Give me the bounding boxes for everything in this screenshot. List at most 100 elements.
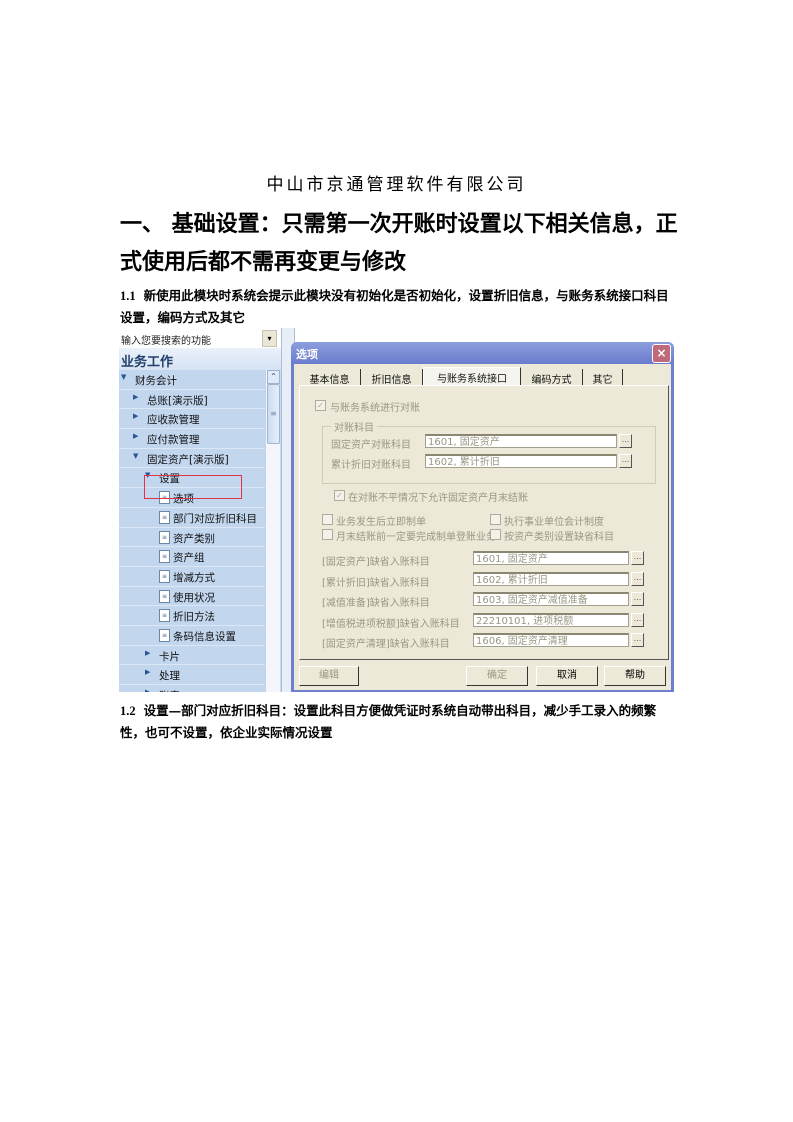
close-icon[interactable]: × [652, 344, 671, 363]
reconcile-accounts-group: 对账科目 固定资产对账科目 1601, 固定资产 ... 累计折旧对账科目 16… [322, 419, 656, 484]
tree-item-label: 总账[演示版] [147, 394, 208, 407]
document-icon: ≡ [159, 550, 170, 564]
help-button[interactable]: 帮助 [604, 666, 666, 686]
tree-item[interactable]: ▶ 应收款管理 [119, 409, 265, 430]
tree-item-label: 应付款管理 [147, 434, 200, 447]
tree-item-label: 应收款管理 [147, 414, 200, 427]
default-account-field[interactable]: 1602, 累计折旧 [473, 571, 629, 586]
opt1-label: 业务发生后立即制单 [336, 517, 426, 528]
default-account-field[interactable]: 1603, 固定资产减值准备 [473, 592, 629, 606]
group-label: 对账科目 [331, 419, 377, 434]
company-title: 中山市京通管理软件有限公司 [266, 175, 527, 195]
tree-item[interactable]: ≡ 资产类别 [119, 527, 265, 548]
dropdown-icon[interactable]: ▾ [262, 330, 277, 347]
tree-item[interactable]: ▶ 账表 [119, 685, 265, 692]
expand-arrow-icon[interactable]: ▼ [121, 373, 126, 381]
default-account-field[interactable]: 22210101, 进项税额 [473, 612, 629, 627]
opt2-checkbox[interactable] [490, 514, 501, 525]
dialog-title: 选项 [296, 348, 318, 361]
tree-item-label: 资产组 [173, 552, 205, 565]
dep-account-field[interactable]: 1602, 累计折旧 [425, 454, 617, 468]
collapse-arrow-icon[interactable]: ▶ [145, 668, 150, 676]
tree-item[interactable]: ▼ 固定资产[演示版] [119, 448, 265, 469]
default-account-browse-button[interactable]: ... [631, 551, 644, 565]
tab-accounting-interface[interactable]: 与账务系统接口 [423, 367, 521, 386]
embedded-screenshot: 输入您要搜索的功能 ▾ 业务工作 ▼ 财务会计 ▶ 总账[演示版] ▶ 应收款管理 ▶ 应付款… [119, 328, 674, 692]
function-search-input[interactable]: 输入您要搜索的功能 ▾ [119, 328, 281, 349]
tree-item-label: 部门对应折旧科目 [173, 512, 257, 525]
section-number: 1.2 [120, 704, 136, 718]
tree-item[interactable]: ▶ 应付款管理 [119, 429, 265, 449]
default-account-browse-button[interactable]: ... [631, 633, 644, 647]
dialog-body: 基本信息 折旧信息 与账务系统接口 编码方式 其它 ✓ 与账务系统进行对账 对账… [294, 364, 671, 690]
paragraph-text: 新使用此模块时系统会提示此模块没有初始化是否初始化，设置折旧信息，与账务系统接口… [120, 288, 669, 325]
tree-item[interactable]: ▶ 总账[演示版] [119, 389, 265, 410]
tree-item[interactable]: ≡ 条码信息设置 [119, 625, 265, 646]
document-icon: ≡ [159, 589, 170, 603]
tree-item[interactable]: ▶ 卡片 [119, 645, 265, 666]
default-account-label: [固定资产]缺省入账科目 [322, 557, 430, 568]
tree-item[interactable]: ≡ 使用状况 [119, 586, 265, 607]
document-icon: ≡ [159, 530, 170, 544]
tree-item[interactable]: ▼ 财务会计 [119, 370, 265, 390]
tree-item-label: 条码信息设置 [173, 630, 236, 643]
search-placeholder: 输入您要搜索的功能 [121, 336, 211, 347]
tree-item-label: 处理 [159, 670, 180, 683]
tree-item[interactable]: ▶ 处理 [119, 665, 265, 685]
tree-item[interactable]: ≡ 增减方式 [119, 566, 265, 587]
default-account-field[interactable]: 1606, 固定资产清理 [473, 633, 629, 647]
collapse-arrow-icon[interactable]: ▶ [145, 649, 150, 657]
scroll-up-icon[interactable]: ⌃ [267, 370, 280, 384]
tree-item-label: 财务会计 [135, 375, 177, 387]
paragraph-text: 设置—部门对应折旧科目：设置此科目方便做凭证时系统自动带出科目，减少手工录入的频… [120, 703, 657, 740]
edit-button[interactable]: 编辑 [299, 666, 359, 686]
allow-close-label: 在对账不平情况下允许固定资产月末结账 [348, 493, 528, 504]
collapse-arrow-icon[interactable]: ▶ [145, 688, 150, 692]
default-account-browse-button[interactable]: ... [631, 592, 644, 606]
opt4-checkbox[interactable] [490, 529, 501, 540]
dep-account-browse-button[interactable]: ... [619, 454, 632, 468]
tab-basic-info[interactable]: 基本信息 [299, 369, 361, 386]
collapse-arrow-icon[interactable]: ▶ [133, 412, 138, 420]
tree-item-label: 折旧方法 [173, 611, 215, 624]
tab-other[interactable]: 其它 [583, 369, 623, 386]
reconcile-checkbox[interactable]: ✓ [315, 400, 326, 411]
tree-item[interactable]: ≡ 部门对应折旧科目 [119, 507, 265, 528]
expand-arrow-icon[interactable]: ▼ [133, 452, 138, 460]
tree-item[interactable]: ≡ 资产组 [119, 547, 265, 567]
default-account-label: [固定资产清理]缺省入账科目 [322, 639, 450, 650]
document-icon: ≡ [159, 628, 170, 642]
tree-item-label: 资产类别 [173, 532, 215, 545]
default-account-browse-button[interactable]: ... [631, 571, 644, 586]
collapse-arrow-icon[interactable]: ▶ [133, 432, 138, 440]
tree-item[interactable]: ≡ 折旧方法 [119, 606, 265, 626]
fa-account-field[interactable]: 1601, 固定资产 [425, 434, 617, 448]
sidebar: 输入您要搜索的功能 ▾ 业务工作 ▼ 财务会计 ▶ 总账[演示版] ▶ 应收款管理 ▶ 应付款… [119, 328, 281, 692]
cancel-button[interactable]: 取消 [536, 666, 598, 686]
section-heading-line1: 一、 基础设置：只需第一次开账时设置以下相关信息，正 [120, 212, 678, 237]
collapse-arrow-icon[interactable]: ▶ [133, 393, 138, 401]
tree-item-label: 增减方式 [173, 571, 215, 584]
tree-item-label: 使用状况 [173, 591, 215, 604]
sidebar-header-label: 业务工作 [121, 355, 174, 370]
sidebar-scrollbar[interactable]: ⌃ ≡ [265, 370, 280, 692]
ok-button[interactable]: 确定 [466, 666, 528, 686]
tab-depreciation-info[interactable]: 折旧信息 [361, 369, 423, 386]
opt2-label: 执行事业单位会计制度 [504, 517, 604, 528]
opt3-checkbox[interactable] [322, 529, 333, 540]
highlight-box [144, 475, 242, 499]
tab-coding-method[interactable]: 编码方式 [521, 369, 583, 386]
default-account-field[interactable]: 1601, 固定资产 [473, 551, 629, 565]
opt4-label: 按资产类别设置缺省科目 [504, 532, 614, 543]
dep-account-label: 累计折旧对账科目 [331, 460, 411, 471]
scroll-thumb[interactable]: ≡ [267, 384, 280, 444]
paragraph-1-1: 1.1 新使用此模块时系统会提示此模块没有初始化是否初始化，设置折旧信息，与账务系… [120, 285, 680, 328]
nav-tree: ▼ 财务会计 ▶ 总账[演示版] ▶ 应收款管理 ▶ 应付款管理 ▼ 固定资产[演示版] ▼ 设置 ≡ 选… [119, 370, 265, 692]
default-account-label: [减值准备]缺省入账科目 [322, 598, 430, 609]
default-account-browse-button[interactable]: ... [631, 612, 644, 627]
allow-close-checkbox[interactable]: ✓ [334, 490, 345, 501]
tab-panel: ✓ 与账务系统进行对账 对账科目 固定资产对账科目 1601, 固定资产 ...… [299, 385, 669, 660]
section-number: 1.1 [120, 289, 136, 303]
opt1-checkbox[interactable] [322, 514, 333, 525]
fa-account-browse-button[interactable]: ... [619, 434, 632, 448]
